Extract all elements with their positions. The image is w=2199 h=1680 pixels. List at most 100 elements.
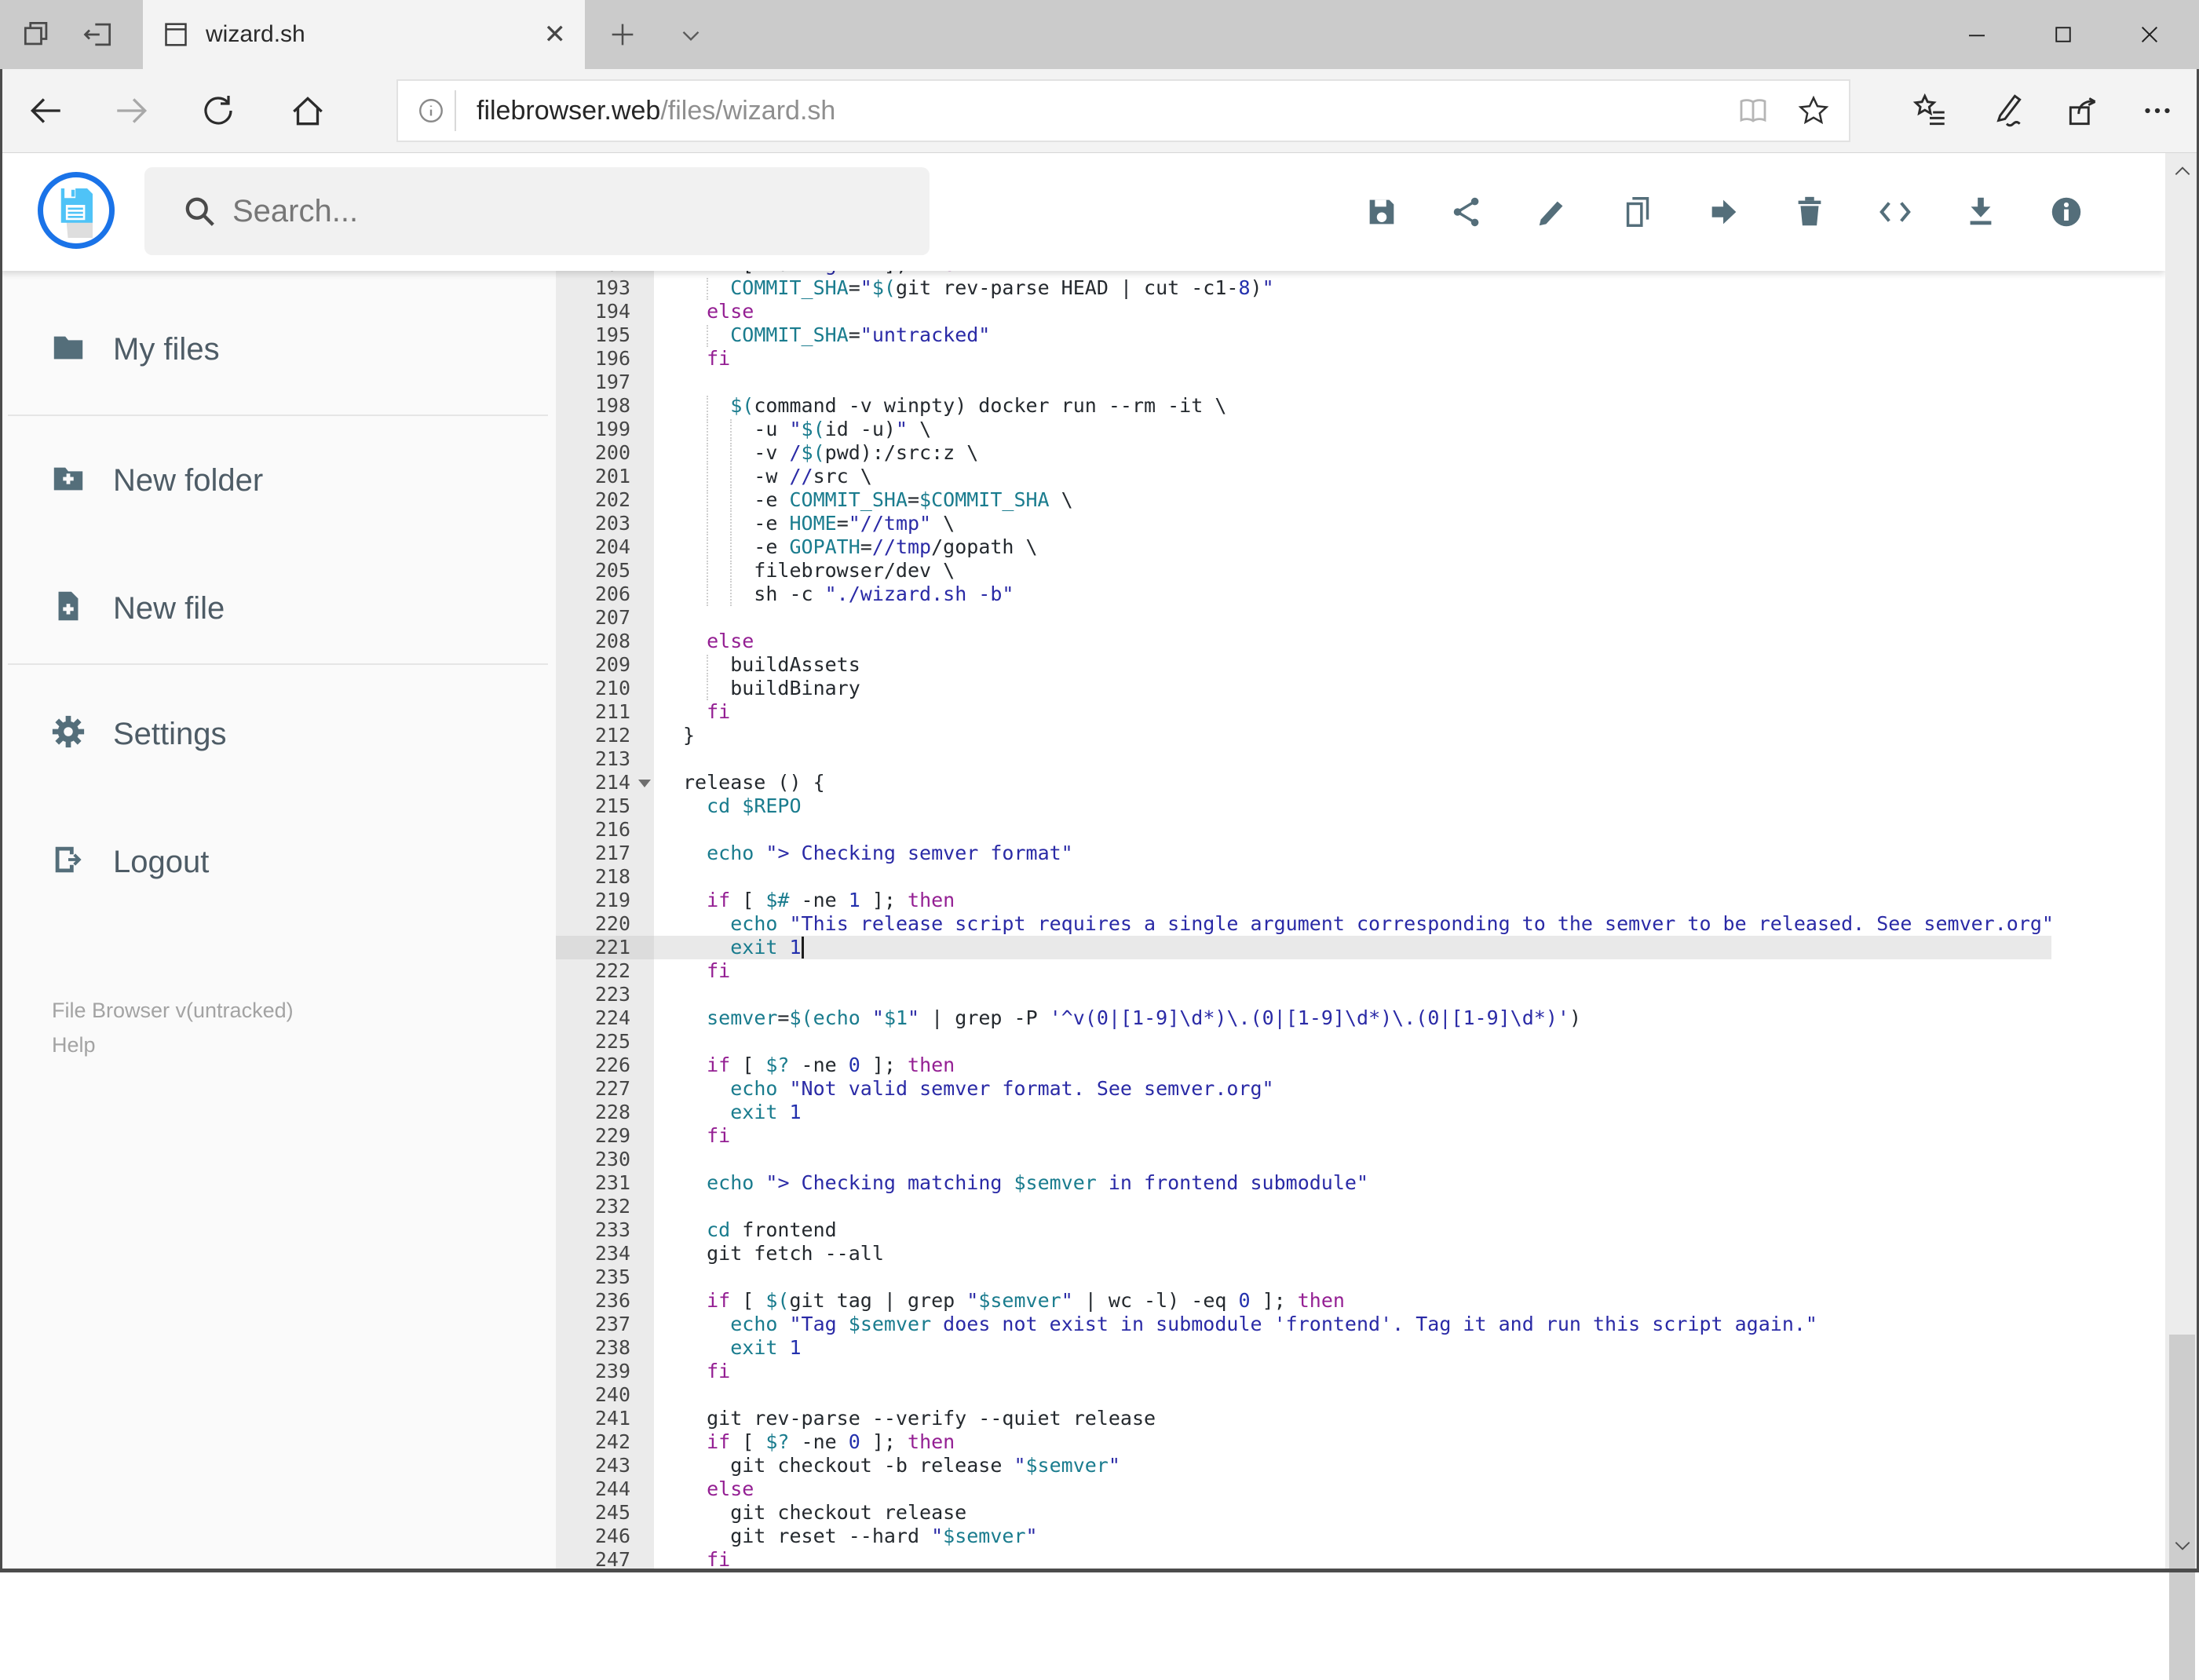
code-line[interactable]: if [ $# -ne 1 ]; then	[654, 889, 2051, 912]
edit-button[interactable]	[1510, 153, 1595, 271]
back-button[interactable]	[8, 69, 83, 152]
filebrowser-logo[interactable]	[38, 172, 115, 249]
code-line[interactable]: echo "Not valid semver format. See semve…	[654, 1077, 2051, 1101]
minimize-button[interactable]	[1934, 0, 2020, 69]
url-text[interactable]: filebrowser.web/files/wizard.sh	[477, 96, 1734, 126]
code-line[interactable]: -v /$(pwd):/src:z \	[654, 441, 2051, 465]
code-line[interactable]	[654, 818, 2051, 842]
code-line[interactable]: echo "This release script requires a sin…	[654, 912, 2054, 936]
code-line[interactable]	[654, 747, 2051, 771]
reading-view-icon[interactable]	[1734, 92, 1772, 130]
code-button[interactable]	[1852, 153, 1938, 271]
sidebar-item-new-file[interactable]: New file	[0, 569, 556, 648]
code-line[interactable]	[654, 1383, 2051, 1407]
code-line[interactable]	[654, 1030, 2051, 1054]
code-line[interactable]: release () {	[654, 771, 2051, 794]
code-line[interactable]	[654, 606, 2051, 630]
forward-button[interactable]	[94, 69, 170, 152]
code-line[interactable]: git rev-parse --verify --quiet release	[654, 1407, 2051, 1430]
code-line[interactable]: git checkout release	[654, 1501, 2051, 1525]
code-line[interactable]	[654, 1265, 2051, 1289]
tab-close-icon[interactable]: ✕	[544, 19, 567, 50]
favorite-star-icon[interactable]	[1795, 93, 1832, 129]
code-line[interactable]: -e HOME="//tmp" \	[654, 512, 2051, 535]
code-line[interactable]: semver=$(echo "$1" | grep -P '^v(0|[1-9]…	[654, 1006, 2051, 1030]
home-button[interactable]	[270, 69, 345, 152]
move-button[interactable]	[1681, 153, 1766, 271]
code-line[interactable]: $(command -v winpty) docker run --rm -it…	[654, 394, 2051, 418]
scrollbar-thumb[interactable]	[2169, 1335, 2195, 1680]
sidebar-item-settings[interactable]: Settings	[0, 695, 556, 773]
code-line[interactable]: else	[654, 1477, 2051, 1501]
info-button[interactable]	[2023, 153, 2109, 271]
search-input[interactable]: Search...	[144, 167, 930, 255]
code-line[interactable]: git reset --hard "$semver"	[654, 1525, 2051, 1548]
hub-button[interactable]	[1892, 69, 1967, 152]
settings-ellipsis-button[interactable]	[2120, 69, 2195, 152]
code-line[interactable]: buildBinary	[654, 677, 2051, 700]
code-line[interactable]: }	[654, 724, 2051, 747]
code-line[interactable]: fi	[654, 959, 2051, 983]
code-line[interactable]: exit 1	[654, 1101, 2051, 1124]
code-line[interactable]: exit 1	[654, 1336, 2051, 1360]
code-line[interactable]	[654, 371, 2051, 394]
code-line[interactable]: echo "> Checking matching $semver in fro…	[654, 1171, 2051, 1195]
code-line[interactable]: if [ $? -ne 0 ]; then	[654, 1430, 2051, 1454]
code-line[interactable]: -e GOPATH=//tmp/gopath \	[654, 535, 2051, 559]
download-button[interactable]	[1938, 153, 2023, 271]
code-line[interactable]: if [ $(git tag | grep "$semver" | wc -l)…	[654, 1289, 2051, 1313]
sidebar-item-my-files[interactable]: My files	[0, 310, 556, 389]
fold-toggle-icon[interactable]	[638, 780, 651, 787]
code-line[interactable]: fi	[654, 347, 2051, 371]
copy-button[interactable]	[1595, 153, 1681, 271]
code-line[interactable]: cd frontend	[654, 1218, 2051, 1242]
tab-list-button[interactable]	[663, 0, 718, 69]
refresh-button[interactable]	[181, 69, 256, 152]
code-line[interactable]: echo "> Checking semver format"	[654, 842, 2051, 865]
browser-tab[interactable]: wizard.sh ✕	[143, 0, 585, 69]
maximize-button[interactable]	[2020, 0, 2106, 69]
code-line[interactable]: filebrowser/dev \	[654, 559, 2051, 583]
code-line[interactable]: sh -c "./wizard.sh -b"	[654, 583, 2051, 606]
url-path: /files/wizard.sh	[660, 95, 836, 126]
set-tabs-aside-button[interactable]	[72, 0, 124, 69]
web-note-pen-button[interactable]	[1969, 69, 2044, 152]
code-line[interactable]: -u "$(id -u)" \	[654, 418, 2051, 441]
sidebar-item-logout[interactable]: Logout	[0, 823, 556, 901]
code-line[interactable]: else	[654, 630, 2051, 653]
tabs-preview-button[interactable]	[11, 0, 63, 69]
code-line[interactable]: cd $REPO	[654, 794, 2051, 818]
code-line[interactable]: fi	[654, 1124, 2051, 1148]
code-line[interactable]: exit 1	[654, 936, 2051, 959]
code-editor[interactable]: 192 if [ -d ".git" ]; then193 COMMIT_SHA…	[556, 253, 2165, 1572]
address-bar[interactable]: filebrowser.web/files/wizard.sh	[396, 79, 1850, 142]
code-line[interactable]: COMMIT_SHA="untracked"	[654, 323, 2051, 347]
code-line[interactable]: fi	[654, 1360, 2051, 1383]
code-line[interactable]	[654, 983, 2051, 1006]
code-line[interactable]: else	[654, 300, 2051, 323]
code-line[interactable]: git fetch --all	[654, 1242, 2051, 1265]
share-button[interactable]	[1424, 153, 1510, 271]
share-page-button[interactable]	[2046, 69, 2121, 152]
close-window-button[interactable]	[2106, 0, 2193, 69]
code-line[interactable]	[654, 1148, 2051, 1171]
code-line[interactable]: fi	[654, 700, 2051, 724]
code-line[interactable]: COMMIT_SHA="$(git rev-parse HEAD | cut -…	[654, 276, 2051, 300]
code-line[interactable]	[654, 865, 2051, 889]
site-info-icon[interactable]	[414, 93, 448, 128]
code-line[interactable]: if [ $? -ne 0 ]; then	[654, 1054, 2051, 1077]
code-line[interactable]: -w //src \	[654, 465, 2051, 488]
save-button[interactable]	[1339, 153, 1424, 271]
sidebar-item-new-folder[interactable]: New folder	[0, 441, 556, 520]
vertical-scrollbar[interactable]	[2165, 153, 2199, 1680]
new-tab-button[interactable]	[595, 0, 650, 69]
scroll-up-icon[interactable]	[2165, 153, 2199, 189]
code-line[interactable]: git checkout -b release "$semver"	[654, 1454, 2051, 1477]
code-line[interactable]: -e COMMIT_SHA=$COMMIT_SHA \	[654, 488, 2051, 512]
code-line[interactable]: buildAssets	[654, 653, 2051, 677]
scroll-down-icon[interactable]	[2165, 1528, 2199, 1564]
help-link[interactable]: Help	[52, 1028, 294, 1062]
delete-button[interactable]	[1766, 153, 1852, 271]
code-line[interactable]	[654, 1195, 2051, 1218]
code-line[interactable]: echo "Tag $semver does not exist in subm…	[654, 1313, 2051, 1336]
